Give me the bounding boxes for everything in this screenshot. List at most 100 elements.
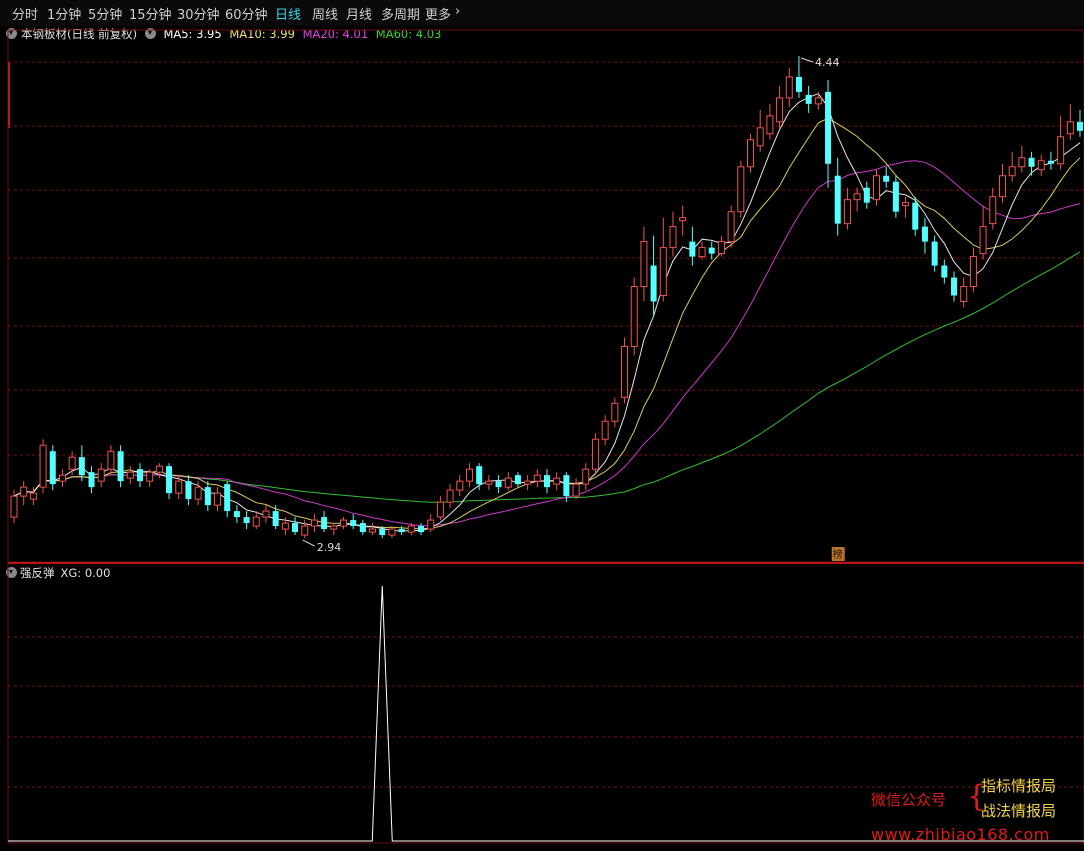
candle-body bbox=[912, 202, 919, 230]
candle bbox=[533, 469, 541, 488]
candle-body bbox=[379, 529, 386, 536]
candle-body bbox=[795, 76, 802, 92]
candle-body bbox=[951, 277, 958, 296]
candle bbox=[243, 511, 250, 530]
candle bbox=[553, 472, 561, 491]
candle bbox=[659, 217, 667, 302]
high-pointer bbox=[800, 57, 814, 63]
candle bbox=[776, 85, 784, 128]
candle-body bbox=[689, 241, 696, 257]
candle-body bbox=[814, 97, 822, 105]
candle bbox=[465, 463, 473, 488]
candle bbox=[310, 514, 318, 533]
candle bbox=[252, 511, 260, 530]
candle bbox=[514, 472, 521, 488]
candle-body bbox=[563, 475, 570, 497]
candle bbox=[1018, 145, 1026, 173]
candle bbox=[601, 415, 609, 446]
candle bbox=[747, 133, 755, 173]
candle-body bbox=[611, 402, 619, 422]
candle-body bbox=[650, 265, 657, 302]
candle-body bbox=[1076, 121, 1084, 131]
candle bbox=[39, 439, 47, 494]
candle bbox=[756, 109, 764, 152]
candle-body bbox=[543, 475, 551, 488]
candle-body bbox=[194, 486, 202, 500]
candle-body bbox=[979, 226, 987, 255]
candle bbox=[359, 520, 366, 536]
watermark-account: 微信公众号 bbox=[871, 791, 947, 809]
candle-body bbox=[1008, 166, 1016, 177]
candle bbox=[214, 487, 222, 512]
candle bbox=[97, 463, 105, 488]
candle-body bbox=[708, 247, 715, 254]
candle-body bbox=[853, 193, 861, 201]
candle-body bbox=[359, 523, 366, 533]
candle bbox=[543, 469, 551, 494]
candle-body bbox=[418, 526, 425, 533]
candle-body bbox=[1047, 160, 1054, 164]
candle bbox=[941, 259, 948, 284]
candle bbox=[805, 85, 812, 113]
candle-body bbox=[339, 519, 347, 527]
candle-body bbox=[776, 97, 784, 123]
candle-body bbox=[427, 519, 435, 530]
watermark: 微信公众号 { 指标情报局 战法情报局 www.zhibiao168.com bbox=[871, 775, 1081, 845]
candle bbox=[766, 103, 774, 140]
candle bbox=[951, 271, 958, 302]
ma5-line bbox=[13, 93, 1081, 532]
candle-body bbox=[446, 489, 454, 503]
watermark-url: www.zhibiao168.com bbox=[871, 825, 1050, 844]
candle-body bbox=[272, 511, 279, 527]
candle-body bbox=[243, 517, 250, 524]
watermark-line1: 指标情报局 bbox=[981, 777, 1057, 795]
candle bbox=[825, 79, 832, 188]
candle bbox=[476, 463, 483, 491]
badge-label: 榜 bbox=[833, 548, 843, 561]
candle bbox=[436, 496, 444, 521]
candle bbox=[892, 175, 899, 218]
candle-body bbox=[892, 181, 899, 212]
candle-body bbox=[204, 487, 211, 506]
candle bbox=[737, 160, 745, 218]
candle bbox=[350, 514, 357, 530]
candle bbox=[960, 277, 968, 308]
candle-body bbox=[698, 247, 706, 258]
candle bbox=[427, 514, 435, 533]
kline-chart[interactable]: 4.44 2.94 榜 bbox=[0, 0, 1084, 851]
candle bbox=[369, 523, 377, 536]
candle-body bbox=[49, 451, 56, 485]
candle bbox=[883, 166, 890, 188]
candle-body bbox=[883, 175, 890, 182]
candle-body bbox=[514, 475, 521, 485]
candle bbox=[689, 226, 696, 266]
candle bbox=[698, 241, 706, 260]
candle bbox=[669, 211, 677, 257]
candle bbox=[834, 157, 841, 236]
candle-body bbox=[10, 495, 18, 518]
candle-body bbox=[756, 127, 764, 147]
candle-body bbox=[107, 450, 115, 470]
candle bbox=[58, 469, 66, 488]
candle-body bbox=[398, 529, 405, 533]
candle-body bbox=[126, 471, 134, 479]
candle bbox=[136, 463, 143, 488]
candle bbox=[78, 445, 85, 482]
candle-body bbox=[931, 241, 938, 266]
candle bbox=[1037, 154, 1045, 176]
candle bbox=[969, 247, 977, 293]
candle-body bbox=[310, 519, 318, 527]
candle-body bbox=[301, 525, 309, 536]
candle-body bbox=[68, 456, 76, 470]
candle bbox=[446, 484, 454, 509]
candle bbox=[582, 463, 590, 491]
candle-body bbox=[476, 466, 483, 485]
candle bbox=[921, 217, 928, 254]
candle-body bbox=[465, 468, 473, 482]
candle bbox=[485, 475, 493, 491]
candle bbox=[339, 517, 347, 530]
candle bbox=[107, 445, 115, 476]
candle bbox=[1028, 151, 1035, 176]
candle bbox=[989, 187, 997, 230]
candle-body bbox=[843, 199, 851, 225]
